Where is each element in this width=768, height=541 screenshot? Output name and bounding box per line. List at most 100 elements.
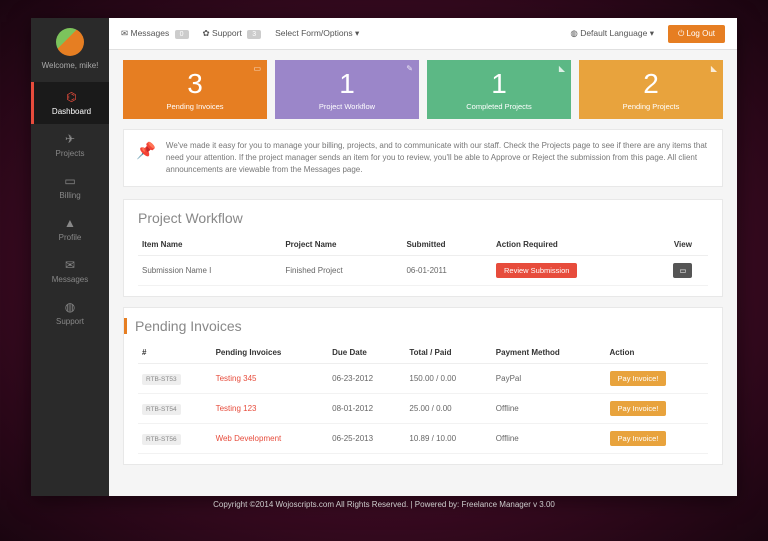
card-number: 1 [433, 70, 565, 98]
pay-button[interactable]: Pay Invoice! [610, 431, 667, 446]
content: ▭ 3 Pending Invoices ✎ 1 Project Workflo… [109, 50, 737, 496]
support-count-badge: 3 [247, 30, 261, 39]
mail-icon: ✉ [121, 28, 128, 38]
card-label: Completed Projects [433, 102, 565, 111]
globe-icon: ◍ [570, 28, 577, 38]
cell-method: PayPal [492, 364, 606, 394]
power-icon: ⏻ [678, 29, 687, 38]
invoice-link[interactable]: Testing 345 [216, 374, 257, 383]
card-label: Project Workflow [281, 102, 413, 111]
cell-due: 06-25-2013 [328, 424, 405, 454]
topbar: ✉ Messages 0 ✿ Support 3 Select Form/Opt… [109, 18, 737, 50]
card-pending-projects[interactable]: ◣ 2 Pending Projects [579, 60, 723, 119]
mail-icon: ✉ [31, 258, 109, 272]
section-title: Project Workflow [138, 210, 708, 226]
sidebar-item-support[interactable]: ◍ Support [31, 292, 109, 334]
cell-item: Submission Name I [138, 256, 281, 286]
invoice-id-badge: RTB-ST56 [142, 434, 181, 445]
cell-due: 06-23-2012 [328, 364, 405, 394]
col-item: Item Name [138, 234, 281, 256]
user-icon: ▲ [31, 216, 109, 230]
logout-button[interactable]: ⏻ Log Out [668, 25, 725, 43]
col-method: Payment Method [492, 342, 606, 364]
info-text: We've made it easy for you to manage you… [166, 140, 710, 176]
label: Select Form/Options [275, 28, 352, 38]
nav-label: Messages [52, 275, 88, 284]
gear-icon: ✿ [203, 28, 210, 38]
avatar[interactable] [56, 28, 84, 56]
sidebar-item-projects[interactable]: ✈ Projects [31, 124, 109, 166]
invoice-id-badge: RTB-ST54 [142, 404, 181, 415]
card-icon: ▭ [31, 174, 109, 188]
label: Support [212, 28, 242, 38]
col-due: Due Date [328, 342, 405, 364]
invoice-link[interactable]: Testing 123 [216, 404, 257, 413]
send-icon: ◣ [559, 64, 565, 73]
welcome-text: Welcome, mike! [42, 61, 99, 70]
review-button[interactable]: Review Submission [496, 263, 577, 278]
col-name: Pending Invoices [212, 342, 329, 364]
cell-method: Offline [492, 424, 606, 454]
card-completed-projects[interactable]: ◣ 1 Completed Projects [427, 60, 571, 119]
col-action: Action [606, 342, 708, 364]
label: Messages [131, 28, 170, 38]
pin-icon: 📌 [136, 140, 156, 164]
cell-total: 150.00 / 0.00 [405, 364, 491, 394]
section-title: Pending Invoices [124, 318, 708, 334]
chevron-down-icon: ▾ [650, 28, 654, 38]
col-total: Total / Paid [405, 342, 491, 364]
view-button[interactable]: ▭ [673, 263, 692, 278]
table-row: Submission Name I Finished Project 06-01… [138, 256, 708, 286]
col-view: View [658, 234, 708, 256]
main-area: ✉ Messages 0 ✿ Support 3 Select Form/Opt… [109, 18, 737, 496]
label: Default Language [580, 28, 647, 38]
info-banner: 📌 We've made it easy for you to manage y… [123, 129, 723, 187]
globe-icon: ◍ [31, 300, 109, 314]
workflow-table: Item Name Project Name Submitted Action … [138, 234, 708, 286]
card-corner-icon: ▭ [253, 64, 261, 73]
sidebar-item-billing[interactable]: ▭ Billing [31, 166, 109, 208]
sidebar-item-profile[interactable]: ▲ Profile [31, 208, 109, 250]
invoices-table: # Pending Invoices Due Date Total / Paid… [138, 342, 708, 454]
send-icon: ◣ [711, 64, 717, 73]
sidebar-item-dashboard[interactable]: ⌬ Dashboard [31, 82, 109, 124]
nav-label: Dashboard [52, 107, 91, 116]
invoice-link[interactable]: Web Development [216, 434, 282, 443]
card-number: 1 [281, 70, 413, 98]
app-shell: Welcome, mike! ⌬ Dashboard ✈ Projects ▭ … [31, 18, 737, 496]
card-number: 2 [585, 70, 717, 98]
cell-method: Offline [492, 394, 606, 424]
workflow-section: Project Workflow Item Name Project Name … [123, 199, 723, 297]
gauge-icon: ⌬ [34, 90, 109, 104]
chevron-down-icon: ▾ [355, 28, 359, 38]
pay-button[interactable]: Pay Invoice! [610, 401, 667, 416]
invoice-id-badge: RTB-ST53 [142, 374, 181, 385]
label: Log Out [687, 29, 715, 38]
topbar-messages[interactable]: ✉ Messages 0 [121, 28, 189, 39]
card-project-workflow[interactable]: ✎ 1 Project Workflow [275, 60, 419, 119]
col-action: Action Required [492, 234, 658, 256]
nav-label: Billing [59, 191, 80, 200]
topbar-support[interactable]: ✿ Support 3 [203, 28, 262, 39]
invoices-section: Pending Invoices # Pending Invoices Due … [123, 307, 723, 465]
language-select[interactable]: ◍ Default Language ▾ [570, 28, 654, 39]
edit-icon: ✎ [406, 64, 413, 73]
pay-button[interactable]: Pay Invoice! [610, 371, 667, 386]
stat-cards: ▭ 3 Pending Invoices ✎ 1 Project Workflo… [123, 60, 723, 119]
form-select[interactable]: Select Form/Options ▾ [275, 28, 359, 39]
cell-date: 06-01-2011 [402, 256, 492, 286]
sidebar-item-messages[interactable]: ✉ Messages [31, 250, 109, 292]
card-label: Pending Projects [585, 102, 717, 111]
cell-project: Finished Project [281, 256, 402, 286]
nav-label: Profile [59, 233, 82, 242]
table-row: RTB-ST56 Web Development 06-25-2013 10.8… [138, 424, 708, 454]
plane-icon: ✈ [31, 132, 109, 146]
table-row: RTB-ST53 Testing 345 06-23-2012 150.00 /… [138, 364, 708, 394]
col-id: # [138, 342, 212, 364]
cell-total: 25.00 / 0.00 [405, 394, 491, 424]
card-label: Pending Invoices [129, 102, 261, 111]
page-footer: Copyright ©2014 Wojoscripts.com All Righ… [0, 500, 768, 509]
cell-due: 08-01-2012 [328, 394, 405, 424]
card-pending-invoices[interactable]: ▭ 3 Pending Invoices [123, 60, 267, 119]
sidebar: Welcome, mike! ⌬ Dashboard ✈ Projects ▭ … [31, 18, 109, 496]
